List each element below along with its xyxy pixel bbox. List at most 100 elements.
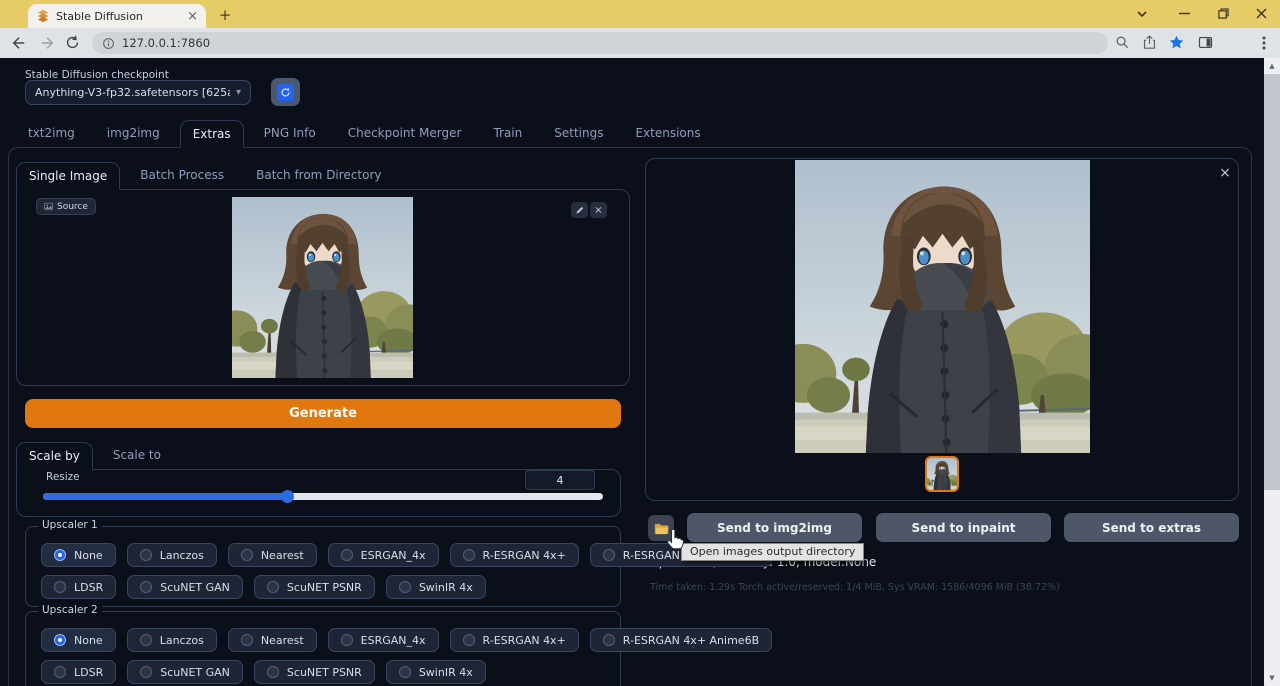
radio-r-esrgan-4x[interactable]: R-ESRGAN 4x+: [450, 628, 579, 652]
scrollbar-thumb[interactable]: [1264, 74, 1280, 490]
scrollbar-up-icon[interactable]: ▲: [1264, 58, 1280, 74]
checkpoint-value: Anything-V3-fp32.safetensors [625a2ba2]: [35, 86, 230, 99]
site-info-icon[interactable]: [102, 37, 115, 50]
scrollbar-down-icon[interactable]: ▼: [1264, 670, 1280, 686]
radio-label: SwinIR 4x: [419, 666, 473, 679]
maximize-button[interactable]: [1214, 5, 1232, 22]
radio-dot: [267, 666, 279, 678]
new-tab-button[interactable]: +: [216, 6, 234, 24]
upscaler-2-row-2: LDSR ScuNET GAN ScuNET PSNR SwinIR 4x: [41, 660, 486, 684]
resize-number-input[interactable]: 4: [525, 470, 595, 490]
radio-lanczos[interactable]: Lanczos: [127, 628, 217, 652]
radio-r-esrgan-anime6b[interactable]: R-ESRGAN 4x+ Anime6B: [590, 628, 772, 652]
tab-txt2img[interactable]: txt2img: [16, 120, 87, 148]
radio-none[interactable]: None: [41, 543, 116, 567]
radio-scunet-gan[interactable]: ScuNET GAN: [127, 660, 243, 684]
radio-dot: [241, 549, 253, 561]
tab-settings[interactable]: Settings: [542, 120, 615, 148]
minimize-button[interactable]: [1175, 5, 1193, 22]
radio-nearest[interactable]: Nearest: [228, 543, 317, 567]
radio-dot: [603, 634, 615, 646]
tab-batch-process[interactable]: Batch Process: [128, 162, 236, 190]
radio-dot: [140, 634, 152, 646]
tab-scale-by[interactable]: Scale by: [16, 442, 93, 470]
tab-batch-from-directory[interactable]: Batch from Directory: [244, 162, 393, 190]
radio-dot: [399, 666, 411, 678]
tab-extensions[interactable]: Extensions: [623, 120, 712, 148]
radio-label: SwinIR 4x: [419, 581, 473, 594]
webui-page: Stable Diffusion checkpoint Anything-V3-…: [0, 58, 1280, 686]
menu-kebab-icon[interactable]: [1256, 35, 1274, 53]
tab-single-image[interactable]: Single Image: [16, 162, 120, 190]
reload-button[interactable]: [64, 34, 82, 52]
radio-label: ScuNET PSNR: [287, 581, 362, 594]
window-chevron-icon[interactable]: [1133, 5, 1151, 22]
gallery-thumbnail[interactable]: [925, 456, 959, 492]
refresh-icon: [277, 84, 294, 101]
radio-esrgan-4x[interactable]: ESRGAN_4x: [328, 628, 439, 652]
slider-thumb[interactable]: [281, 490, 294, 503]
radio-dot: [341, 634, 353, 646]
radio-dot: [241, 634, 253, 646]
radio-label: R-ESRGAN 4x+ Anime6B: [623, 634, 759, 647]
radio-swinir-4x[interactable]: SwinIR 4x: [386, 575, 486, 599]
radio-esrgan-4x[interactable]: ESRGAN_4x: [328, 543, 439, 567]
radio-nearest[interactable]: Nearest: [228, 628, 317, 652]
send-to-extras-button[interactable]: Send to extras: [1064, 513, 1239, 542]
clear-source-icon[interactable]: ×: [590, 202, 607, 218]
radio-dot: [140, 666, 152, 678]
search-icon[interactable]: [1114, 34, 1132, 52]
radio-label: ScuNET PSNR: [287, 666, 362, 679]
send-to-img2img-button[interactable]: Send to img2img: [687, 513, 862, 542]
upscaler-1-row-2: LDSR ScuNET GAN ScuNET PSNR SwinIR 4x: [41, 575, 486, 599]
upscaler-2-legend: Upscaler 2: [38, 604, 102, 616]
output-image[interactable]: [795, 160, 1090, 453]
mouse-cursor: [666, 528, 684, 550]
chevron-down-icon: ▾: [236, 87, 241, 98]
slider-fill: [43, 493, 288, 500]
radio-dot: [463, 549, 475, 561]
browser-tab[interactable]: Stable Diffusion ×: [28, 4, 206, 28]
performance-text: Time taken: 1.29s Torch active/reserved:…: [650, 582, 1060, 593]
tab-scale-to[interactable]: Scale to: [101, 442, 173, 470]
browser-titlebar: Stable Diffusion × +: [0, 0, 1280, 28]
application-window: Stable Diffusion × +: [0, 0, 1280, 686]
radio-r-esrgan-4x[interactable]: R-ESRGAN 4x+: [450, 543, 579, 567]
radio-scunet-psnr[interactable]: ScuNET PSNR: [254, 575, 375, 599]
radio-lanczos[interactable]: Lanczos: [127, 543, 217, 567]
send-to-inpaint-button[interactable]: Send to inpaint: [876, 513, 1051, 542]
resize-slider[interactable]: [43, 493, 603, 500]
folder-tooltip: Open images output directory: [681, 543, 864, 561]
tab-close-icon[interactable]: ×: [187, 10, 198, 23]
close-window-button[interactable]: [1252, 5, 1270, 22]
scale-tab-bar: Scale by Scale to: [16, 442, 173, 470]
radio-scunet-gan[interactable]: ScuNET GAN: [127, 575, 243, 599]
tab-checkpoint-merger[interactable]: Checkpoint Merger: [336, 120, 474, 148]
edit-pencil-icon[interactable]: [571, 202, 588, 218]
main-tab-bar: txt2img img2img Extras PNG Info Checkpoi…: [16, 120, 713, 148]
refresh-checkpoint-button[interactable]: [271, 78, 300, 106]
page-scrollbar[interactable]: ▲ ▼: [1264, 58, 1280, 686]
radio-dot: [54, 634, 66, 646]
back-button[interactable]: [10, 34, 28, 52]
tab-img2img[interactable]: img2img: [95, 120, 172, 148]
radio-label: ESRGAN_4x: [361, 549, 426, 562]
radio-swinir-4x[interactable]: SwinIR 4x: [386, 660, 486, 684]
generate-button[interactable]: Generate: [25, 399, 621, 428]
radio-none[interactable]: None: [41, 628, 116, 652]
source-label-pill: Source: [36, 198, 96, 215]
tab-png-info[interactable]: PNG Info: [252, 120, 328, 148]
radio-ldsr[interactable]: LDSR: [41, 575, 116, 599]
forward-button[interactable]: [38, 34, 56, 52]
url-bar[interactable]: 127.0.0.1:7860: [92, 32, 1108, 54]
tab-train[interactable]: Train: [481, 120, 534, 148]
radio-ldsr[interactable]: LDSR: [41, 660, 116, 684]
share-icon[interactable]: [1141, 34, 1159, 52]
gallery-close-icon[interactable]: ×: [1216, 164, 1234, 182]
tab-extras[interactable]: Extras: [180, 120, 244, 148]
radio-scunet-psnr[interactable]: ScuNET PSNR: [254, 660, 375, 684]
checkpoint-dropdown[interactable]: Anything-V3-fp32.safetensors [625a2ba2] …: [25, 80, 251, 105]
bookmark-star-icon[interactable]: [1168, 34, 1186, 52]
source-label: Source: [57, 202, 88, 212]
side-panel-icon[interactable]: [1197, 34, 1215, 52]
